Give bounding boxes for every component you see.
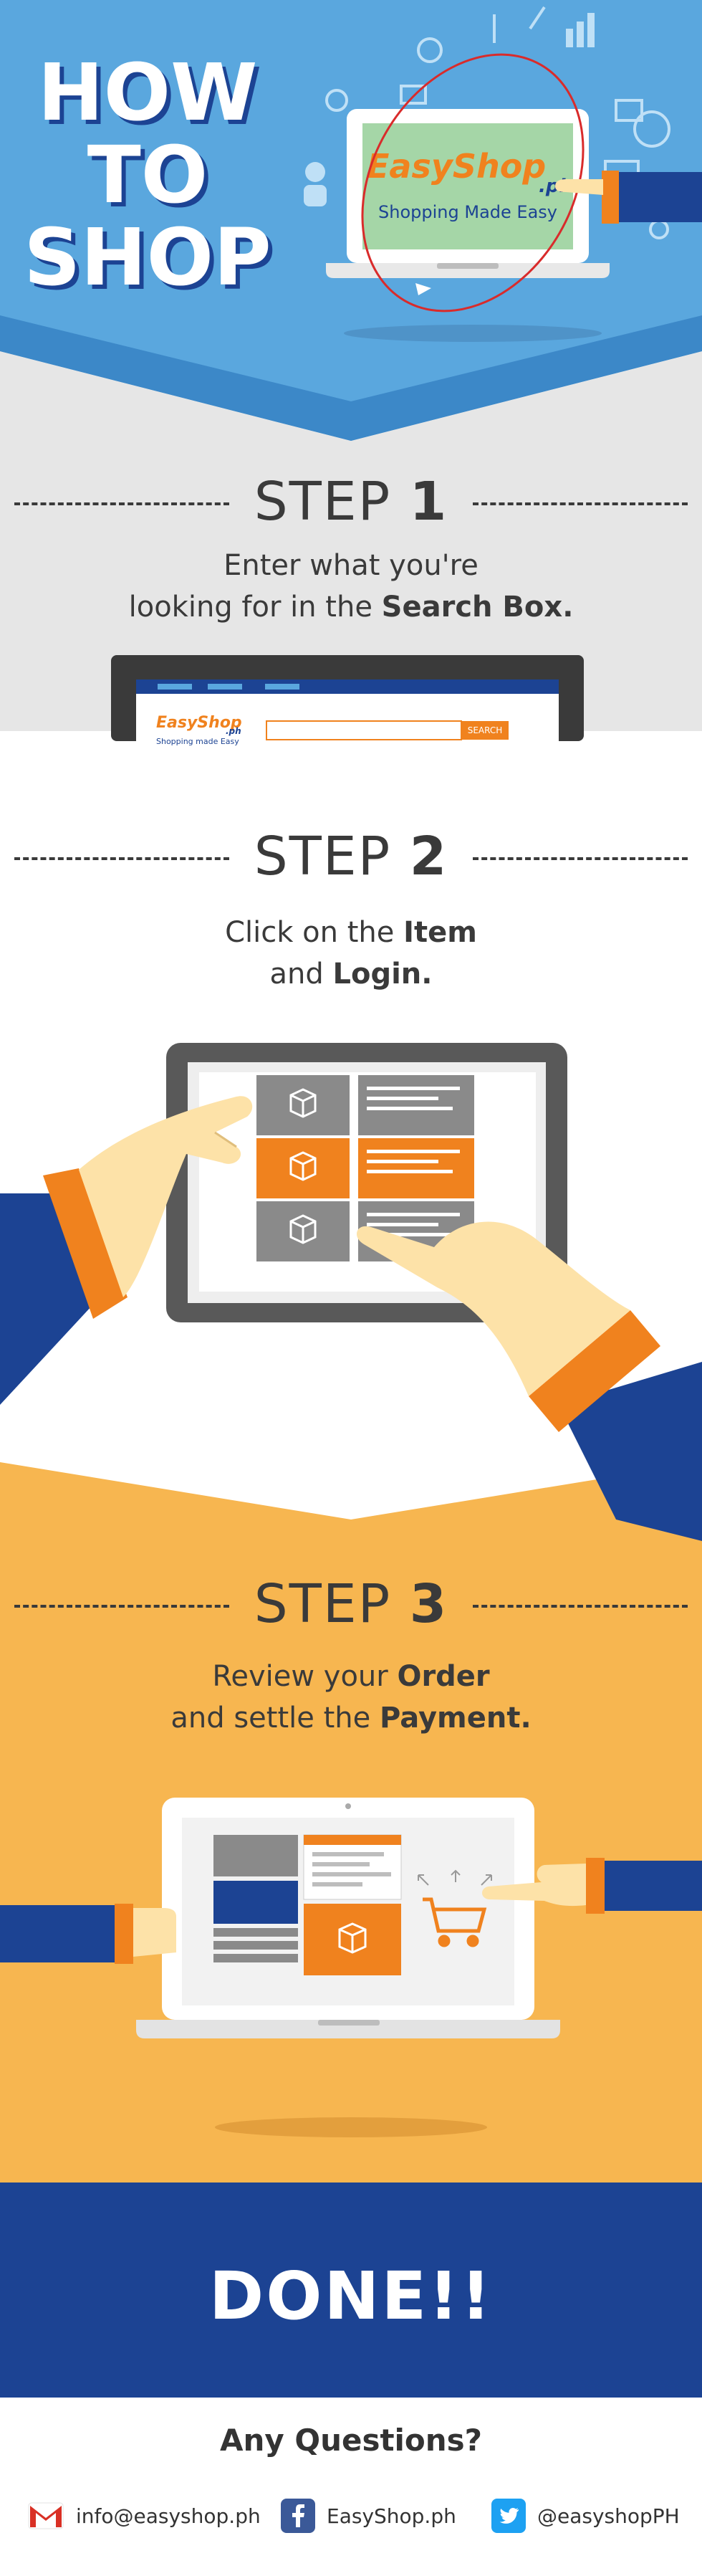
step2-word: STEP [254, 826, 392, 887]
mock-search-button-label: SEARCH [468, 725, 503, 735]
title-line-2: TO [87, 129, 208, 221]
step1-bottom-divider [0, 745, 702, 817]
item-detail-1 [358, 1075, 474, 1135]
left3-sleeve [0, 1905, 120, 1962]
step3-desc-line2-bold: Payment. [379, 1702, 532, 1735]
step3-heading: STEP 3 [0, 1573, 702, 1638]
tablet-illustration [0, 1043, 702, 1555]
monitor-nav-bar [136, 679, 559, 694]
step1-word: STEP [254, 471, 392, 533]
step1-description: Enter what you're looking for in the Sea… [0, 545, 702, 628]
mock-search-input [266, 720, 462, 740]
step3-desc-line1-bold: Order [397, 1660, 490, 1693]
hero-cuff [602, 171, 619, 224]
step1-heading: STEP 1 [0, 471, 702, 535]
step1-desc-line2-text: looking for in the [128, 591, 382, 624]
step2-desc-line2: and Login. [0, 953, 702, 995]
step1-desc-line1: Enter what you're [223, 549, 479, 582]
title-line-1: HOW [38, 47, 258, 138]
right3-cuff [586, 1858, 605, 1914]
step2-desc-line2-bold: Login. [332, 958, 433, 991]
mock-tagline: Shopping made Easy [156, 737, 239, 746]
step1-number: 1 [409, 471, 448, 533]
hero-sleeve [616, 172, 702, 222]
laptop3-notch [318, 2020, 380, 2026]
gmail-icon [28, 2502, 64, 2529]
monitor-nav-links [158, 684, 299, 690]
logo-tagline: Shopping Made Easy [378, 202, 557, 222]
hero-banner: HOW HOW TO TO SHOP SHOP EasyShop .ph Sho… [0, 0, 702, 444]
item-detail-2 [358, 1138, 474, 1198]
laptop3-shadow [215, 2117, 487, 2137]
email-text[interactable]: info@easyshop.ph [76, 2504, 261, 2528]
left3-hand [133, 1908, 176, 1957]
left3-cuff [115, 1904, 133, 1964]
order-summary-lines [213, 1928, 298, 1962]
footer: Any Questions? info@easyshop.ph EasyShop… [0, 2398, 702, 2576]
laptop3-camera [345, 1803, 351, 1809]
step2-label: STEP 2 [0, 826, 702, 887]
step2-description: Click on the Item and Login. [0, 912, 702, 995]
step3-desc-line1: Review your Order [0, 1656, 702, 1697]
twitter-contact[interactable]: @easyshopPH [491, 2494, 680, 2537]
mock-logo-suffix: .ph [226, 726, 241, 736]
step3-label: STEP 3 [0, 1573, 702, 1635]
laptop-shadow [344, 325, 602, 342]
infographic-page: HOW HOW TO TO SHOP SHOP EasyShop .ph Sho… [0, 0, 702, 2576]
step1-desc-line2-bold: Search Box. [381, 591, 574, 624]
twitter-icon [491, 2499, 526, 2533]
step1-label: STEP 1 [0, 471, 702, 533]
step1-desc-line2: looking for in the Search Box. [0, 586, 702, 628]
step2-heading: STEP 2 [0, 826, 702, 890]
done-label: DONE!! [208, 2258, 494, 2334]
left-hand-holding [0, 1904, 176, 1964]
step3-desc-line2: and settle the Payment. [0, 1697, 702, 1739]
step2-number: 2 [409, 826, 448, 887]
order-image-right [256, 1881, 298, 1924]
done-banner: DONE!! [0, 2183, 702, 2398]
right3-sleeve [599, 1861, 702, 1911]
step2-desc-line1-bold: Item [403, 916, 477, 949]
order-image-left [213, 1881, 256, 1924]
facebook-icon [281, 2499, 315, 2533]
any-questions-heading: Any Questions? [219, 2423, 483, 2458]
step2-desc-line2-text: and [269, 958, 333, 991]
laptop-notch [437, 263, 499, 269]
order-image-top [213, 1835, 298, 1876]
step2-desc-line1-text: Click on the [225, 916, 404, 949]
order-details-header [304, 1835, 401, 1845]
step2-desc-line1: Click on the Item [0, 912, 702, 953]
email-contact[interactable]: info@easyshop.ph [27, 2494, 261, 2537]
step3-desc-line2-text: and settle the [170, 1702, 380, 1735]
step3-number: 3 [409, 1573, 448, 1635]
search-box-illustration: EasyShop .ph Shopping made Easy SEARCH [0, 655, 702, 817]
facebook-text[interactable]: EasyShop.ph [327, 2504, 456, 2528]
easyshop-logo: EasyShop .ph Shopping Made Easy [367, 147, 572, 222]
step3-description: Review your Order and settle the Payment… [0, 1656, 702, 1739]
facebook-contact[interactable]: EasyShop.ph [281, 2494, 456, 2537]
step3-desc-line1-text: Review your [212, 1660, 398, 1693]
title-line-3: SHOP [24, 211, 271, 303]
twitter-text[interactable]: @easyshopPH [537, 2504, 680, 2528]
checkout-illustration [0, 1798, 702, 2137]
step3-word: STEP [254, 1573, 392, 1635]
logo-main-text: EasyShop [367, 147, 546, 186]
